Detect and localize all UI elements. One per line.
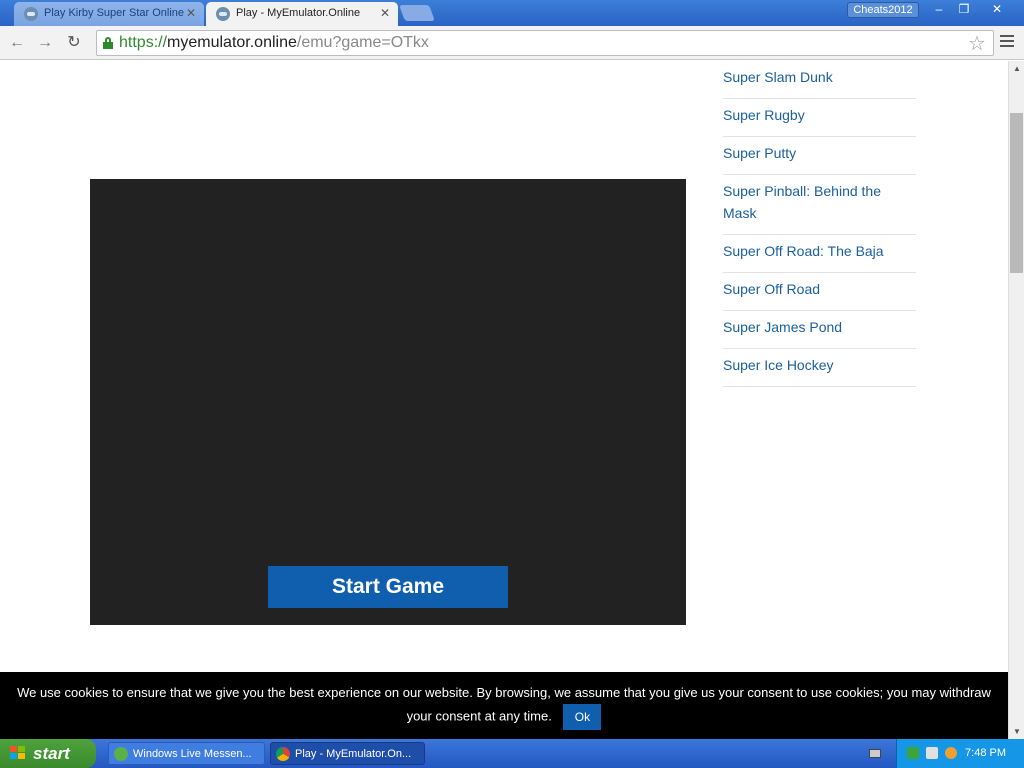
back-arrow-icon[interactable]: ← xyxy=(6,32,28,54)
windows-logo-icon xyxy=(10,746,26,760)
url-scheme: https:// xyxy=(119,34,168,51)
tab-close-icon[interactable]: ✕ xyxy=(186,2,196,24)
start-label: start xyxy=(33,744,70,763)
game-link[interactable]: Super James Pond xyxy=(723,311,916,349)
forward-arrow-icon[interactable]: → xyxy=(34,32,56,54)
tab-myemulator[interactable]: Play - MyEmulator.Online ✕ xyxy=(206,2,398,26)
new-tab-button[interactable] xyxy=(399,5,435,21)
url-host: myemulator.online xyxy=(167,34,297,51)
game-link[interactable]: Super Off Road: The Baja xyxy=(723,235,916,273)
tab-close-icon[interactable]: ✕ xyxy=(380,2,390,24)
tab-label: Play Kirby Super Star Online xyxy=(44,7,185,19)
keyboard-icon[interactable] xyxy=(869,749,881,758)
messenger-icon xyxy=(114,747,128,761)
scroll-down-arrow-icon[interactable]: ▼ xyxy=(1013,727,1021,736)
taskbar-item-label: Windows Live Messen... xyxy=(133,748,252,760)
minimize-button[interactable]: – xyxy=(928,2,950,18)
hamburger-menu-icon[interactable] xyxy=(1000,35,1014,50)
network-icon[interactable] xyxy=(907,747,919,759)
game-list: Super Slam Dunk Super Rugby Super Putty … xyxy=(723,61,916,387)
cookie-ok-button[interactable]: Ok xyxy=(563,704,602,730)
game-link[interactable]: Super Pinball: Behind the Mask xyxy=(723,175,916,235)
tab-label: Play - MyEmulator.Online xyxy=(236,7,361,19)
game-link[interactable]: Super Putty xyxy=(723,137,916,175)
url-path: /emu?game=OTkx xyxy=(296,34,429,51)
volume-icon[interactable] xyxy=(926,747,938,759)
restore-button[interactable]: ❐ xyxy=(953,2,975,18)
cookie-message: We use cookies to ensure that we give yo… xyxy=(17,685,991,724)
taskbar-item-messenger[interactable]: Windows Live Messen... xyxy=(108,742,265,765)
start-game-button[interactable]: Start Game xyxy=(268,566,508,608)
system-tray: 7:48 PM xyxy=(896,739,1024,768)
page-viewport: Start Game Super Slam Dunk Super Rugby S… xyxy=(0,61,1008,739)
game-link[interactable]: Super Ice Hockey xyxy=(723,349,916,387)
address-bar[interactable]: https://myemulator.online/emu?game=OTkx xyxy=(96,30,994,56)
browser-titlebar: Play Kirby Super Star Online ✕ Play - My… xyxy=(0,0,1024,26)
game-link[interactable]: Super Slam Dunk xyxy=(723,61,916,99)
clock: 7:48 PM xyxy=(965,747,1006,759)
scrollbar-thumb[interactable] xyxy=(1010,113,1023,273)
gamepad-icon xyxy=(216,7,230,21)
lock-icon xyxy=(103,37,113,49)
scroll-up-arrow-icon[interactable]: ▲ xyxy=(1013,64,1021,73)
game-link[interactable]: Super Off Road xyxy=(723,273,916,311)
profile-button[interactable]: Cheats2012 xyxy=(847,2,919,18)
emulator-screen[interactable]: Start Game xyxy=(90,179,686,625)
cookie-banner: We use cookies to ensure that we give yo… xyxy=(0,672,1008,739)
taskbar-item-browser[interactable]: Play - MyEmulator.On... xyxy=(270,742,425,765)
chrome-icon xyxy=(276,747,290,761)
page-scrollbar[interactable]: ▲ ▼ xyxy=(1008,61,1024,739)
browser-toolbar: ← → ↻ https://myemulator.online/emu?game… xyxy=(0,26,1024,60)
game-link[interactable]: Super Rugby xyxy=(723,99,916,137)
url-text: https://myemulator.online/emu?game=OTkx xyxy=(119,34,429,52)
taskbar-item-label: Play - MyEmulator.On... xyxy=(295,748,412,760)
gamepad-icon xyxy=(24,7,38,21)
search-icon[interactable] xyxy=(945,747,957,759)
start-button[interactable]: start xyxy=(0,739,96,768)
reload-icon[interactable]: ↻ xyxy=(63,32,85,54)
close-window-button[interactable]: ✕ xyxy=(986,2,1008,18)
star-icon[interactable]: ☆ xyxy=(968,31,986,56)
tab-kirby[interactable]: Play Kirby Super Star Online ✕ xyxy=(14,2,204,26)
